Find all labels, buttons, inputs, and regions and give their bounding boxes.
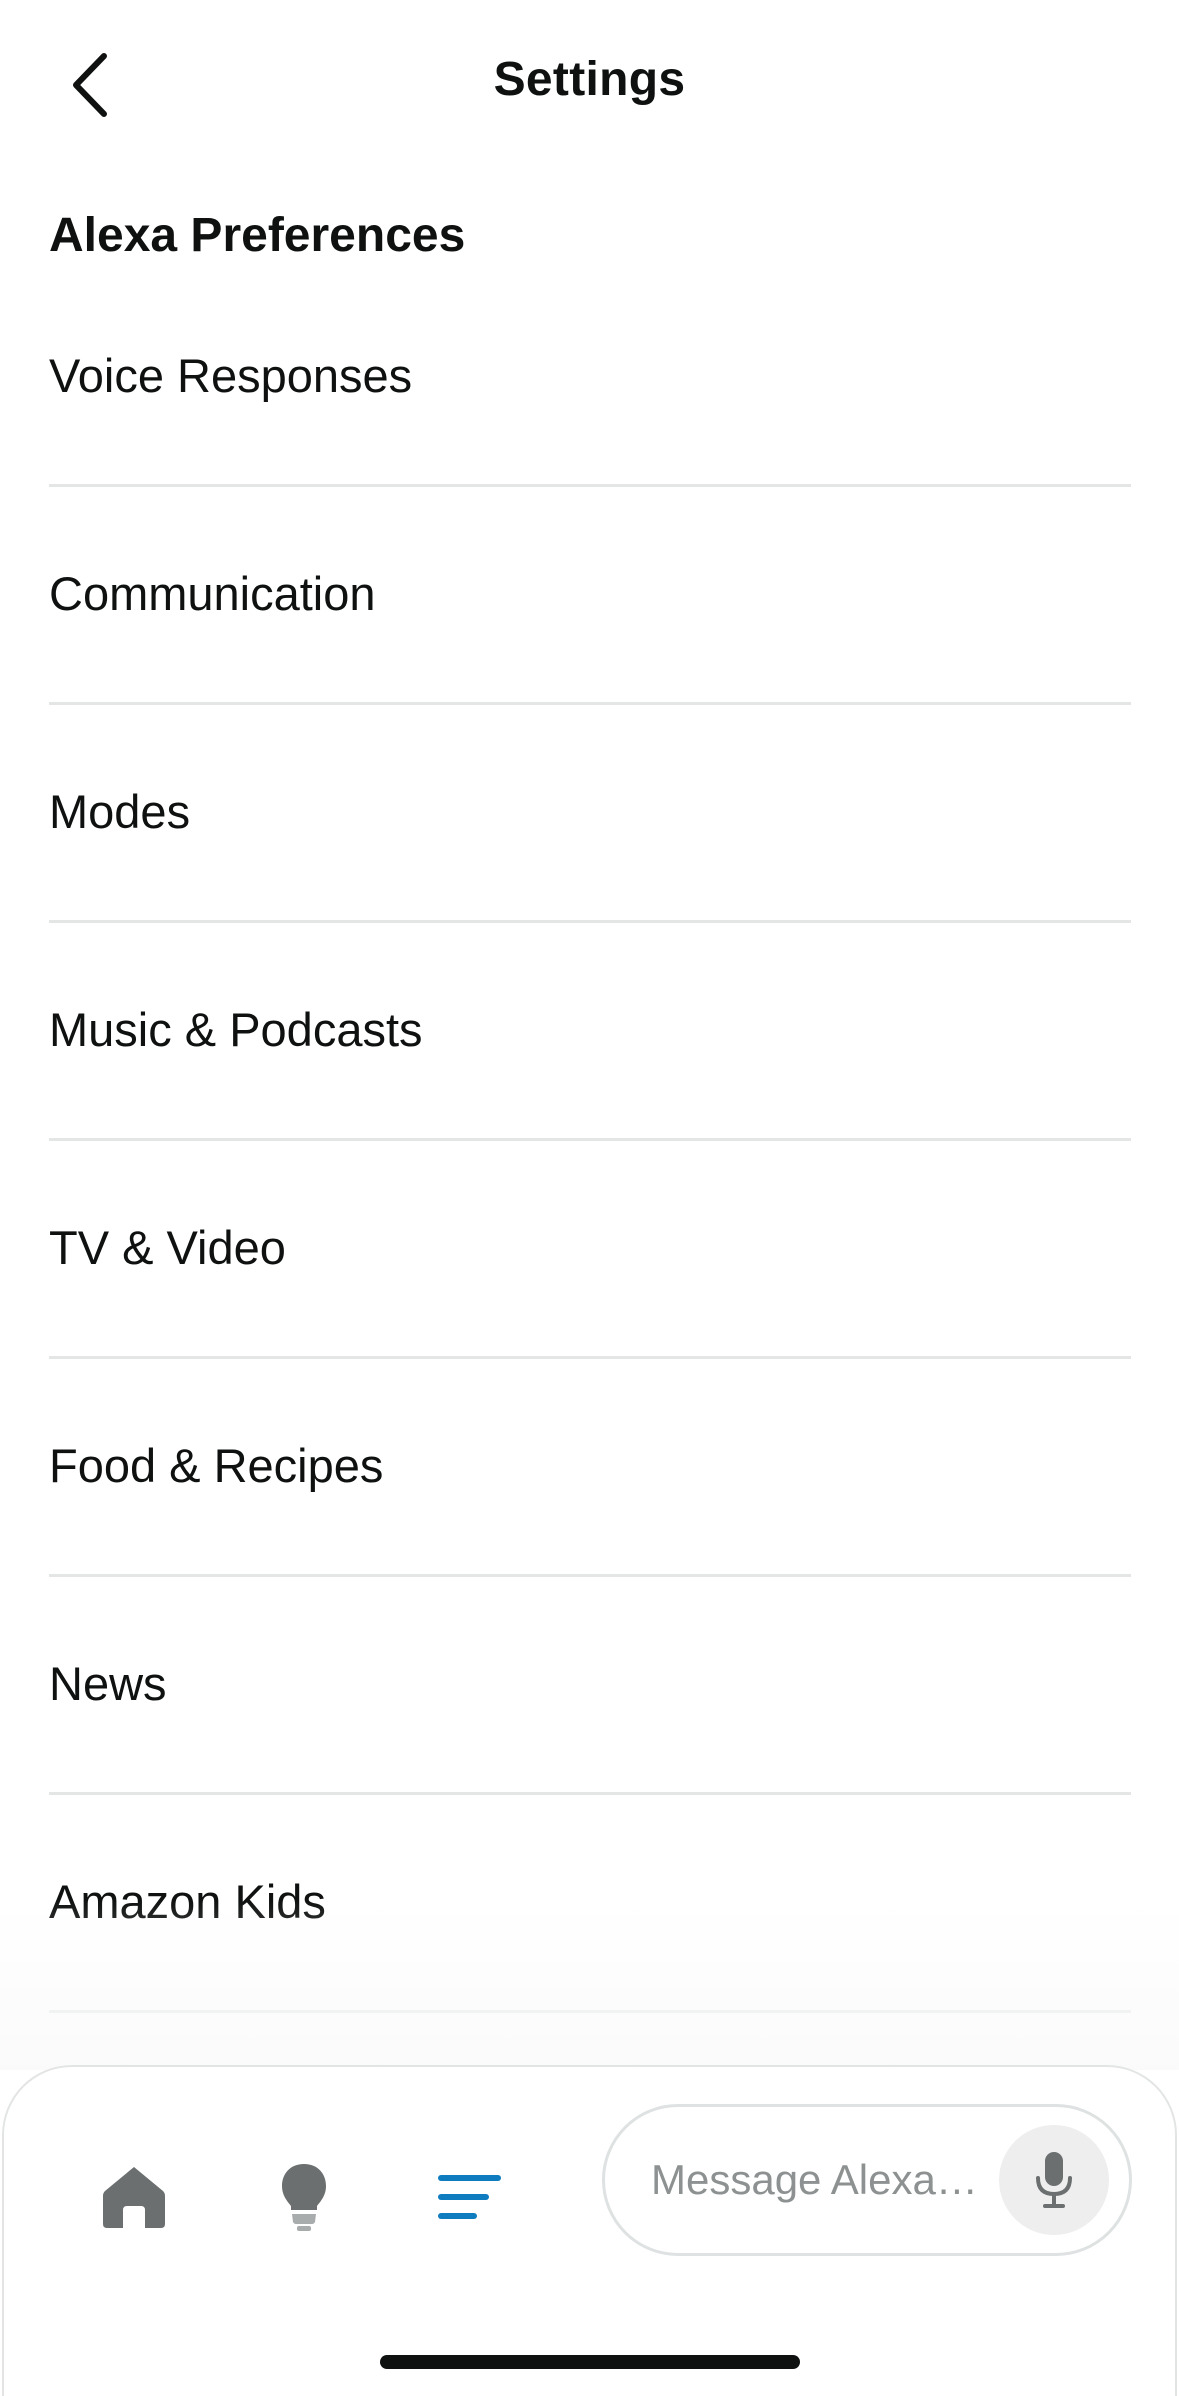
bottom-nav-bar — [2, 2065, 1177, 2396]
list-item-label: Food & Recipes — [49, 1439, 384, 1492]
list-item-label: News — [49, 1657, 167, 1710]
message-input[interactable] — [651, 2145, 981, 2215]
home-icon — [103, 2167, 165, 2228]
page-title: Settings — [493, 53, 686, 106]
message-alexa-box[interactable] — [602, 2104, 1132, 2256]
header: Settings — [0, 0, 1179, 170]
list-item-label: Music & Podcasts — [49, 1003, 423, 1056]
list-item-tv-video[interactable]: TV & Video — [49, 1141, 1131, 1359]
settings-screen: Settings Alexa Preferences Voice Respons… — [0, 0, 1179, 2396]
mic-button[interactable] — [999, 2125, 1109, 2235]
list-item-food-recipes[interactable]: Food & Recipes — [49, 1359, 1131, 1577]
list-item-music-podcasts[interactable]: Music & Podcasts — [49, 923, 1131, 1141]
section-heading: Alexa Preferences — [49, 209, 466, 262]
microphone-icon — [1036, 2152, 1072, 2208]
nav-discover-button[interactable] — [254, 2147, 354, 2247]
list-item-amazon-kids[interactable]: Amazon Kids — [49, 1795, 1131, 2013]
list-item-label: Amazon Kids — [49, 1875, 326, 1928]
menu-lines-icon — [438, 2175, 501, 2219]
nav-more-button[interactable] — [420, 2147, 520, 2247]
list-item-label: Modes — [49, 785, 191, 838]
home-indicator — [380, 2355, 800, 2369]
preferences-list: Voice Responses Communication Modes Musi… — [49, 270, 1131, 2013]
list-item-label: Communication — [49, 567, 376, 620]
list-item-voice-responses[interactable]: Voice Responses — [49, 270, 1131, 487]
list-item-news[interactable]: News — [49, 1577, 1131, 1795]
list-item-modes[interactable]: Modes — [49, 705, 1131, 923]
list-item-communication[interactable]: Communication — [49, 487, 1131, 705]
list-item-label: TV & Video — [49, 1221, 286, 1274]
list-item-label: Voice Responses — [49, 349, 413, 402]
lightbulb-icon — [282, 2164, 326, 2231]
nav-home-button[interactable] — [84, 2147, 184, 2247]
